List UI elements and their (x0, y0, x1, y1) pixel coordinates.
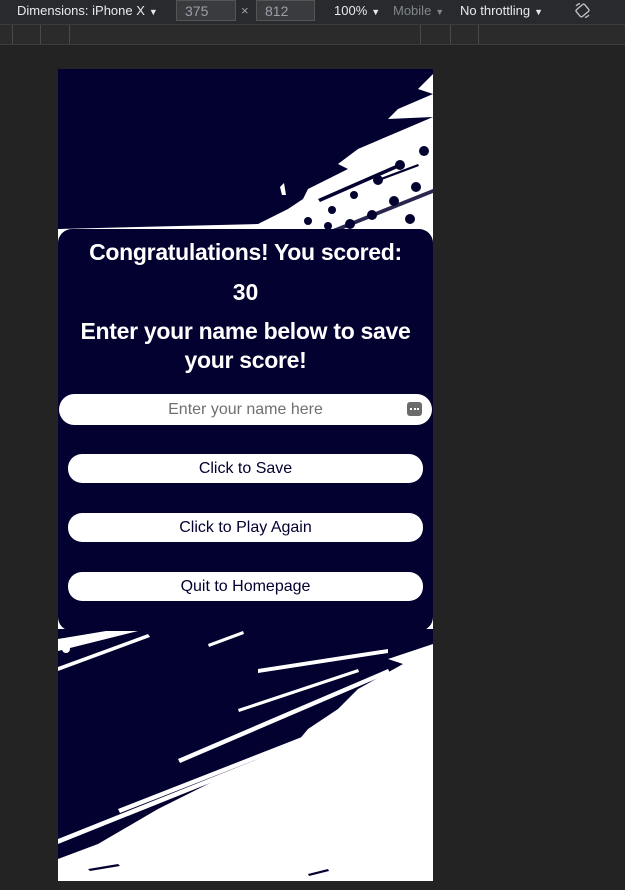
chevron-down-icon: ▼ (148, 7, 158, 17)
end-game-card: Congratulations! You scored: 30 Enter yo… (58, 229, 433, 631)
zoom-label: 100% (334, 3, 368, 18)
device-viewport: Congratulations! You scored: 30 Enter yo… (58, 69, 433, 881)
final-score: 30 (232, 279, 259, 305)
chevron-down-icon: ▼ (534, 7, 544, 17)
device-type-label: Mobile (393, 3, 432, 18)
quit-to-homepage-button[interactable]: Quit to Homepage (68, 572, 423, 601)
autofill-keyboard-icon[interactable] (407, 402, 422, 416)
play-again-button[interactable]: Click to Play Again (68, 513, 423, 542)
device-dimensions-dropdown[interactable]: Dimensions: iPhone X ▼ (17, 0, 158, 24)
rotate-icon[interactable] (574, 2, 591, 26)
save-score-button[interactable]: Click to Save (68, 454, 423, 483)
device-height-input[interactable]: 812 (256, 0, 315, 21)
dimension-times-sign: × (241, 3, 249, 18)
chevron-down-icon: ▼ (435, 7, 445, 17)
chevron-down-icon: ▼ (371, 7, 381, 17)
device-type-dropdown[interactable]: Mobile ▼ (393, 0, 444, 24)
zoom-dropdown[interactable]: 100% ▼ (334, 0, 380, 24)
device-width-input[interactable]: 375 (176, 0, 236, 21)
throttling-dropdown[interactable]: No throttling ▼ (460, 0, 543, 24)
device-dimensions-label: Dimensions: iPhone X (17, 3, 145, 18)
save-score-prompt: Enter your name below to save your score… (80, 318, 411, 373)
player-name-input[interactable] (59, 394, 432, 425)
devtools-device-toolbar: Dimensions: iPhone X ▼ 375 × 812 100% ▼ Mo… (0, 0, 625, 25)
throttling-label: No throttling (460, 3, 531, 18)
media-query-ruler (0, 25, 625, 45)
congrats-heading: Congratulations! You scored: (89, 239, 402, 265)
